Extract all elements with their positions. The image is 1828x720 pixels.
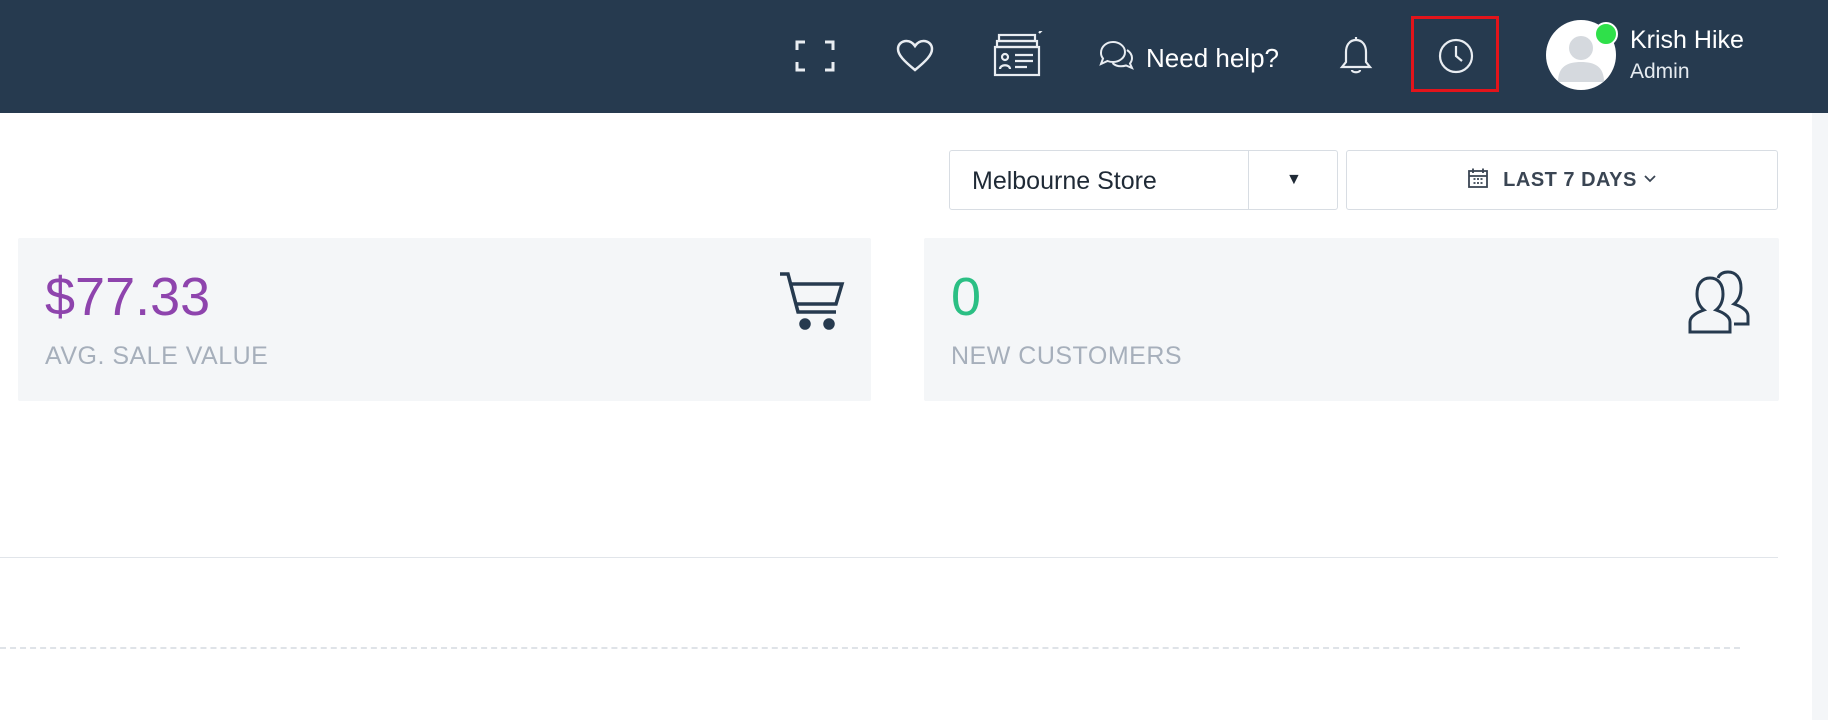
cart-icon xyxy=(778,270,846,339)
heart-icon[interactable] xyxy=(892,36,938,76)
top-navbar: Need help? Krish Hike Admin xyxy=(0,0,1828,113)
calendar-icon xyxy=(1467,167,1489,194)
clock-highlight-box xyxy=(1411,16,1499,92)
store-select[interactable]: Melbourne Store ▼ xyxy=(949,150,1338,210)
select-divider xyxy=(1248,151,1249,209)
date-range-label: LAST 7 DAYS xyxy=(1503,168,1637,191)
new-customers-caption: NEW CUSTOMERS xyxy=(951,342,1183,370)
bell-icon[interactable] xyxy=(1336,34,1376,78)
chevron-down-icon xyxy=(1643,171,1657,189)
fullscreen-icon[interactable] xyxy=(790,36,840,76)
help-label: Need help? xyxy=(1146,42,1279,73)
help-link[interactable]: Need help? xyxy=(1098,36,1279,80)
users-icon xyxy=(1686,270,1754,341)
avg-sale-value: $77.33 xyxy=(45,267,211,327)
section-divider xyxy=(0,557,1778,558)
new-customers-card: 0 NEW CUSTOMERS xyxy=(924,238,1779,401)
caret-down-icon[interactable]: ▼ xyxy=(1286,171,1302,189)
avg-sale-card: $77.33 AVG. SALE VALUE xyxy=(18,238,871,401)
user-name[interactable]: Krish Hike xyxy=(1630,26,1744,55)
dashed-divider xyxy=(0,647,1740,649)
online-status-dot xyxy=(1594,22,1618,46)
scroll-track xyxy=(1812,113,1828,720)
new-customers-value: 0 xyxy=(951,267,982,327)
store-select-value: Melbourne Store xyxy=(972,167,1157,195)
register-icon[interactable] xyxy=(990,30,1048,80)
date-range-button[interactable]: LAST 7 DAYS xyxy=(1346,150,1778,210)
user-role: Admin xyxy=(1630,60,1690,83)
chat-icon xyxy=(1098,39,1134,78)
avg-sale-caption: AVG. SALE VALUE xyxy=(45,342,269,370)
